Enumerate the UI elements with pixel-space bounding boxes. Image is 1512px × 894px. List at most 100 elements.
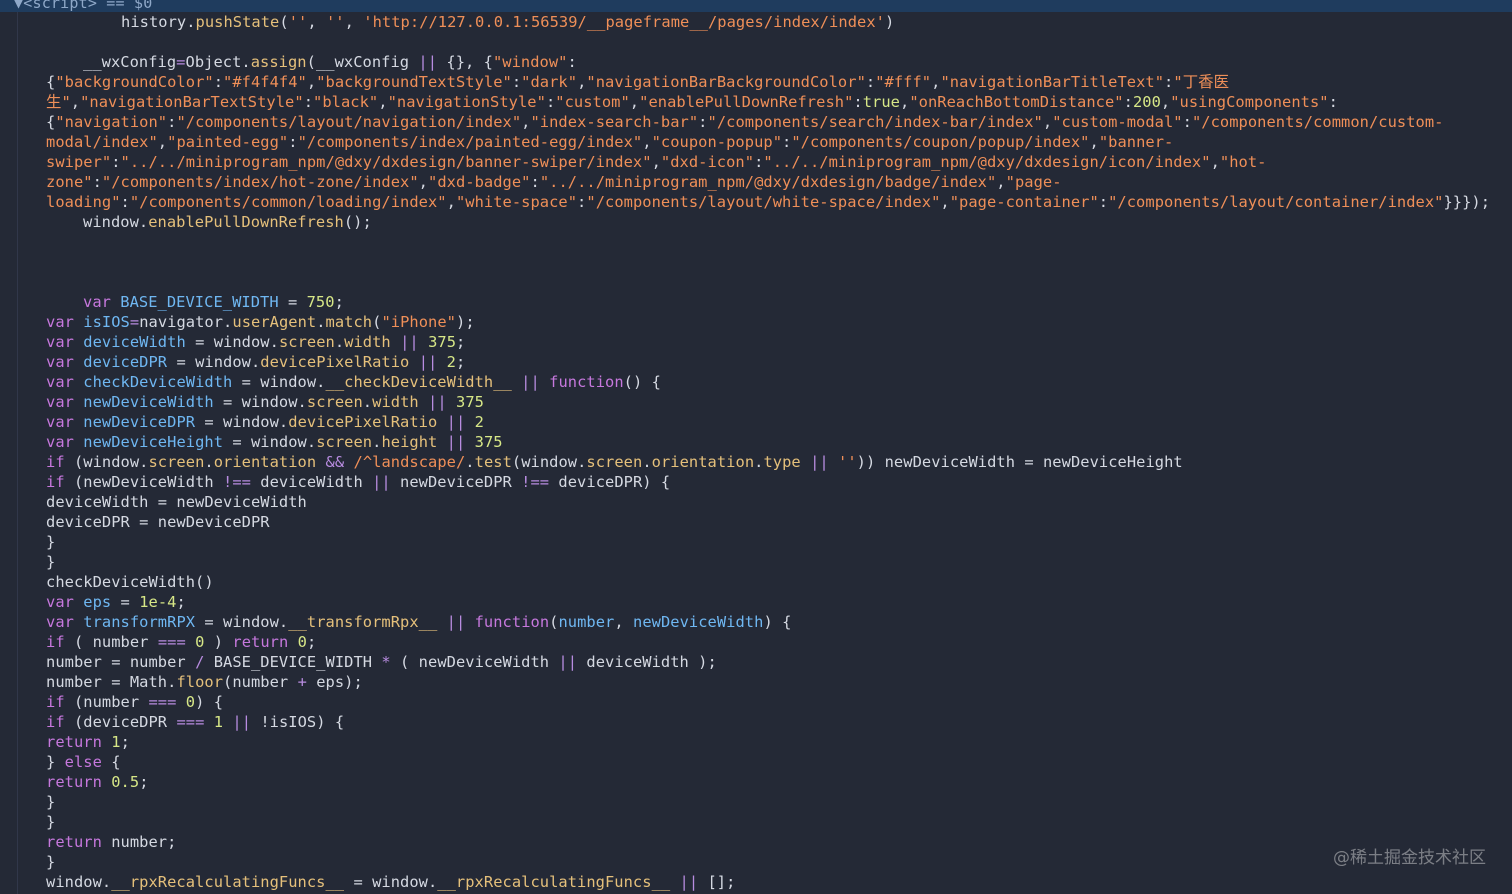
code-token: screen (306, 393, 363, 411)
code-token: var (46, 413, 74, 431)
code-line: __wxConfig=Object.assign(__wxConfig || {… (83, 52, 577, 72)
code-token: width (344, 333, 391, 351)
code-token: , (614, 613, 634, 631)
code-line: if (newDeviceWidth !== deviceWidth || ne… (46, 472, 670, 492)
code-token: assign (250, 53, 307, 71)
code-token: newDeviceHeight (83, 433, 224, 451)
code-token: __rpxRecalculatingFuncs__ (437, 873, 671, 891)
code-token: || (446, 433, 466, 451)
code-line: {"backgroundColor":"#f4f4f4","background… (46, 72, 1229, 92)
code-token: : (1164, 73, 1174, 91)
code-token: === (157, 633, 186, 651)
code-line: var BASE_DEVICE_WIDTH = 750; (83, 292, 344, 312)
code-token: ; (455, 353, 466, 371)
code-token: (); (343, 213, 372, 231)
code-token: = window. (213, 393, 307, 411)
code-token: deviceWidth (250, 473, 373, 491)
code-line: {"navigation": "/components/layout/naviga… (46, 112, 1444, 132)
code-token: + (297, 673, 307, 691)
code-line: return number; (46, 832, 176, 852)
code-token: 0.5 (111, 773, 140, 791)
code-token: , (157, 133, 168, 151)
code-token: newDeviceDPR (390, 473, 522, 491)
code-token: __transformRpx__ (288, 613, 438, 631)
code-token: === (176, 713, 205, 731)
code-token: deviceWidth ); (577, 653, 717, 671)
code-token: : (1098, 193, 1109, 211)
code-token: "custom-modal" (1052, 113, 1183, 131)
code-token: 1 (111, 733, 121, 751)
code-token: "../../miniprogram_npm/@dxy/dxdesign/bad… (539, 173, 997, 191)
code-line: } (46, 792, 55, 812)
code-token: (window. (64, 453, 149, 471)
code-token: (newDeviceWidth (64, 473, 224, 491)
code-token: number = number (46, 653, 196, 671)
code-token: !isIOS) { (251, 713, 345, 731)
code-token: '' (838, 453, 857, 471)
code-token: )) newDeviceWidth = newDeviceHeight (856, 453, 1183, 471)
code-token: || (521, 373, 540, 391)
code-token: "navigationBarTitleText" (940, 73, 1165, 91)
code-token: : (1328, 93, 1338, 111)
code-token: 1 (213, 713, 224, 731)
code-token: "enablePullDownRefresh" (639, 93, 854, 111)
code-token: , (1210, 153, 1220, 171)
code-token: : (1123, 93, 1133, 111)
code-token: checkDeviceWidth() (46, 573, 214, 591)
code-line: var eps = 1e-4; (46, 592, 186, 612)
code-token: = (278, 293, 307, 311)
code-token: '' (288, 13, 308, 31)
code-token: 200 (1132, 93, 1161, 111)
code-token: = window. (195, 413, 289, 431)
code-token: : (754, 153, 764, 171)
code-token: ( number (64, 633, 158, 651)
code-token: newDeviceDPR (83, 413, 196, 431)
code-token: . (204, 453, 214, 471)
code-token: "white-space" (455, 193, 578, 211)
code-token: : (303, 93, 314, 111)
code-token: . (316, 313, 326, 331)
code-token: : (567, 53, 577, 71)
code-token: () { (623, 373, 661, 391)
code-token: width (372, 393, 419, 411)
code-line: var checkDeviceWidth = window.__checkDev… (46, 372, 661, 392)
code-token: /^landscape/ (353, 453, 466, 471)
code-token: }}}); (1443, 193, 1491, 211)
code-token: = window. (195, 613, 289, 631)
code-token: var (46, 433, 74, 451)
code-token: ) (884, 13, 895, 31)
code-token: : (288, 133, 298, 151)
code-token: return (46, 773, 102, 791)
code-token: || (418, 53, 438, 71)
code-token: , (996, 173, 1006, 191)
code-line: deviceDPR = newDeviceDPR (46, 512, 270, 532)
code-line: var deviceDPR = window.devicePixelRatio … (46, 352, 465, 372)
code-token: || (810, 453, 829, 471)
script-node-label[interactable]: ▼<script> == $0 (14, 0, 152, 12)
code-token: "custom" (555, 93, 630, 111)
code-line: history.pushState('', '', 'http://127.0.… (121, 12, 894, 32)
code-token: BASE_DEVICE_WIDTH (204, 653, 382, 671)
code-token: "index-search-bar" (530, 113, 699, 131)
code-token: ; (456, 333, 466, 351)
code-token: 375 (456, 393, 484, 411)
elements-node-header[interactable]: ▼<script> == $0 (0, 0, 1512, 12)
code-line: loading":"/components/common/loading/ind… (46, 192, 1490, 212)
code-line: if ( number === 0 ) return 0; (46, 632, 316, 652)
code-token: ( (279, 13, 289, 31)
code-token: . (334, 333, 345, 351)
code-token: || (232, 713, 252, 731)
code-token: "/components/layout/white-space/index" (586, 193, 941, 211)
